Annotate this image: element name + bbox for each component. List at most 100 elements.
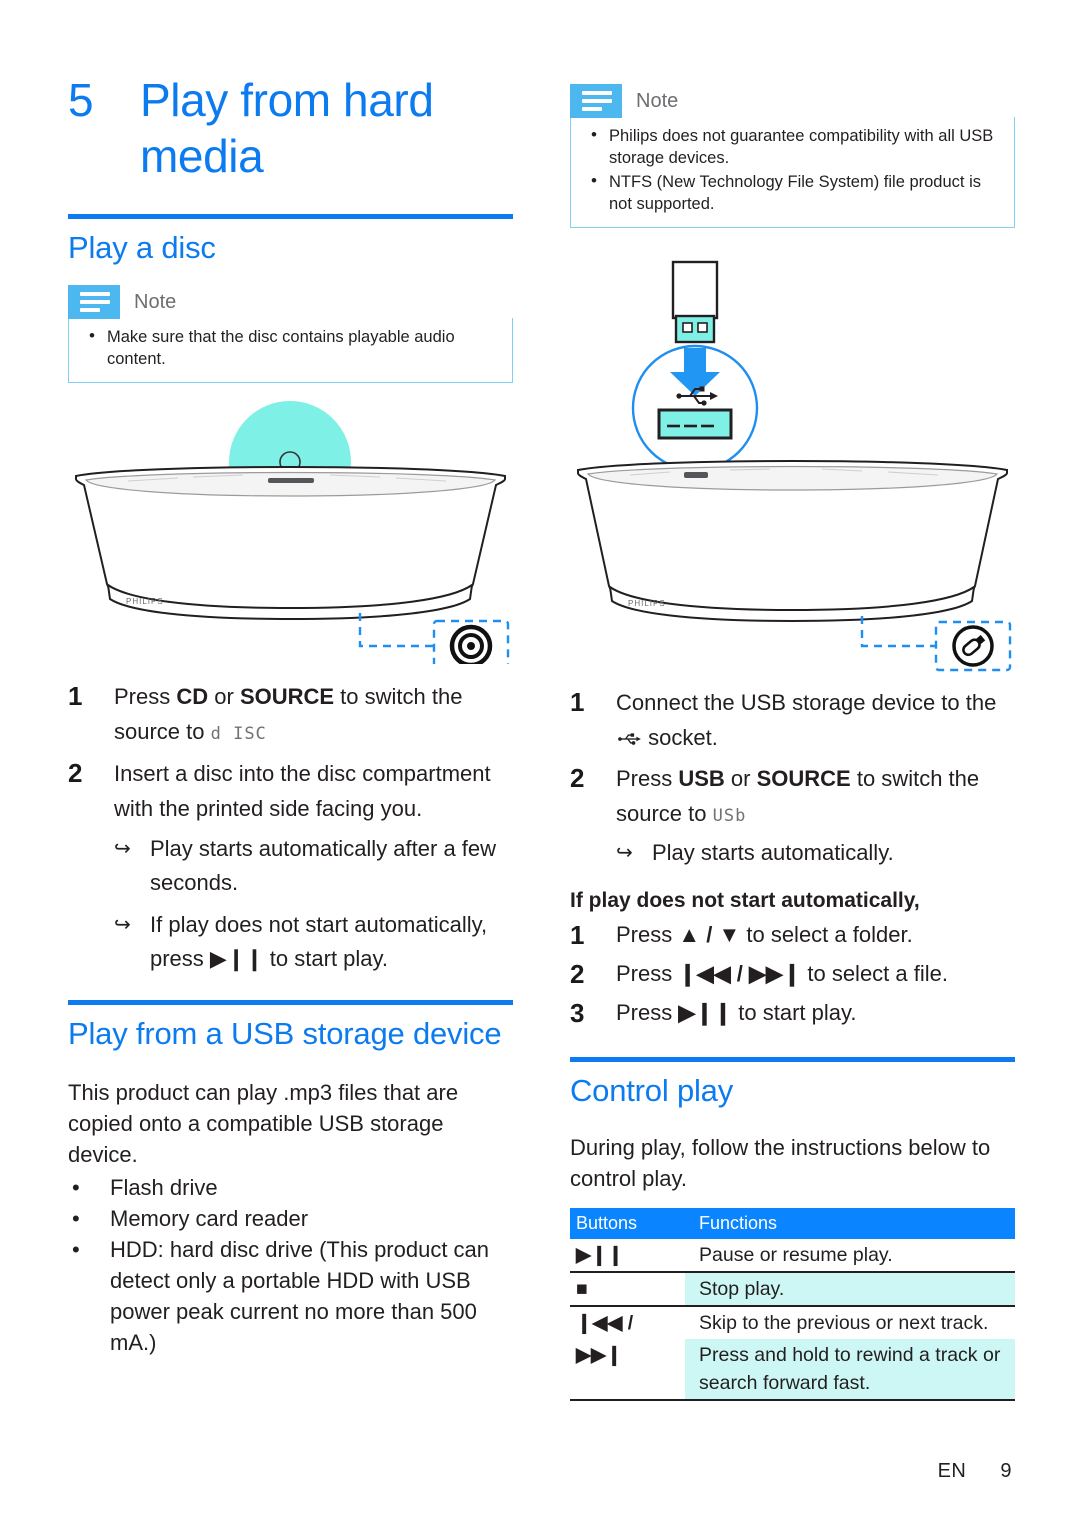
step-number: 1 <box>570 687 585 717</box>
callout-connector <box>358 613 440 648</box>
usb-contact <box>697 322 708 333</box>
manual-page: 5 Play from hard media Play a disc Note … <box>0 0 1080 1527</box>
step-item: 2 Insert a disc into the disc compartmen… <box>68 756 513 976</box>
cell-function-text: Press and hold to rewind a track or sear… <box>685 1338 1015 1401</box>
step-number: 2 <box>570 762 585 793</box>
step-result: ↪ Play starts automatically. <box>616 836 1015 870</box>
result-arrow-icon: ↪ <box>114 838 131 860</box>
usb-trident-icon <box>616 722 642 757</box>
step-text-after: socket. <box>642 725 718 750</box>
step-text-main: Insert a disc into the disc compartment … <box>114 761 491 821</box>
fallback-steps-list: 1 Press ▲ / ▼ to select a folder. 2 Pres… <box>570 918 1015 1031</box>
cell-function-text: Stop play. <box>685 1271 1015 1307</box>
step-text: Press ▲ / ▼ to select a folder. <box>616 918 1015 953</box>
step-text-before: Press <box>114 684 177 709</box>
usb-trident-icon <box>676 386 718 406</box>
chapter-number: 5 <box>68 74 94 126</box>
section-rule <box>68 214 513 219</box>
footer-language: EN <box>937 1460 967 1482</box>
step-text-before: Press <box>616 921 679 947</box>
result-text: Play starts automatically. <box>652 839 894 865</box>
column-header-functions: Functions <box>685 1207 1015 1239</box>
usb-intro-paragraph: This product can play .mp3 files that ar… <box>68 1080 459 1167</box>
cell-button-glyph: ■ <box>570 1271 685 1307</box>
cell-button-glyph: ❙◀◀ / <box>576 1311 634 1334</box>
step-text-after: to select a file. <box>801 960 948 986</box>
usb-device-bullets: • Flash drive • Memory card reader • HDD… <box>68 1172 513 1358</box>
brand-logo: PHILIPS <box>126 597 164 606</box>
step-text-before: Press <box>616 765 679 791</box>
page-footer: EN 9 <box>938 1460 1012 1483</box>
note-lines-icon <box>570 84 622 118</box>
section-heading-play-a-disc: Play a disc <box>68 230 216 265</box>
speaker-disc-svg: PHILIPS <box>75 401 510 673</box>
table-row: ■ Stop play. <box>570 1271 1015 1307</box>
step-result: ↪ If play does not start automatically, … <box>114 908 513 976</box>
control-intro-paragraph: During play, follow the instructions bel… <box>570 1134 991 1191</box>
step-number: 2 <box>570 958 585 989</box>
usb-insertion-svg: PHILIPS <box>577 260 1012 672</box>
step-item: 1 Press CD or SOURCE to switch the sourc… <box>68 679 513 752</box>
section-heading-control-play: Control play <box>570 1072 734 1108</box>
button-label-source: SOURCE <box>239 684 335 709</box>
button-label-source: SOURCE <box>756 765 851 791</box>
step-number: 2 <box>68 758 83 788</box>
button-label-usb: USB <box>678 765 725 791</box>
cell-function-text: Skip to the previous or next track. <box>699 1311 989 1334</box>
display-text-usb: USb <box>712 805 747 826</box>
usb-stick-body <box>671 260 719 320</box>
step-text-mid: or <box>208 684 240 709</box>
callout-connector <box>860 616 942 648</box>
note-box-disc: Note Make sure that the disc contains pl… <box>68 285 513 383</box>
note-item: Make sure that the disc contains playabl… <box>81 325 500 370</box>
usb-stick-connector <box>674 314 716 344</box>
play-pause-icon: ▶❙❙ <box>678 999 733 1025</box>
note-box-usb: Note Philips does not guarantee compatib… <box>570 84 1015 228</box>
note-item: Philips does not guarantee compatibility… <box>583 124 1002 169</box>
speaker-with-disc-illustration: PHILIPS <box>68 399 513 673</box>
step-text-mid: or <box>724 765 757 791</box>
usb-socket-on-unit <box>684 472 708 478</box>
usb-insertion-illustration: PHILIPS <box>570 246 1015 681</box>
section-rule <box>68 1000 513 1005</box>
result-arrow-icon: ↪ <box>616 841 633 864</box>
control-play-table: Buttons Functions ▶❙❙ Pause or resume pl… <box>570 1207 1015 1401</box>
disc-steps-list: 1 Press CD or SOURCE to switch the sourc… <box>68 679 513 976</box>
step-item: 3 Press ▶❙❙ to start play. <box>570 996 1015 1031</box>
bullet-marker: • <box>72 1175 80 1200</box>
fallback-heading: If play does not start automatically, <box>570 888 920 912</box>
step-number: 1 <box>68 681 83 711</box>
step-text: Insert a disc into the disc compartment … <box>114 756 513 976</box>
cell-button-glyph: ▶▶❙ <box>570 1338 685 1401</box>
note-item: NTFS (New Technology File System) file p… <box>583 170 1002 215</box>
usb-port <box>657 408 733 440</box>
disc-slot <box>268 478 314 483</box>
step-text-before: Connect the USB storage device to the <box>616 690 997 715</box>
list-item: • Flash drive <box>68 1172 513 1203</box>
step-text: Connect the USB storage device to the so… <box>616 685 1015 757</box>
list-item-label: Memory card reader <box>110 1206 309 1231</box>
usb-contact <box>682 322 693 333</box>
updown-arrows-icon: ▲ / ▼ <box>678 921 741 947</box>
section-heading-usb-storage: Play from a USB storage device <box>68 1016 502 1051</box>
list-item: • HDD: hard disc drive (This product can… <box>68 1234 513 1358</box>
footer-page-number: 9 <box>1000 1460 1012 1482</box>
column-header-buttons: Buttons <box>570 1207 685 1239</box>
list-item-label: HDD: hard disc drive (This product can d… <box>110 1237 490 1355</box>
list-item: • Memory card reader <box>68 1203 513 1234</box>
note-body: Philips does not guarantee compatibility… <box>570 117 1015 228</box>
note-label: Note <box>134 290 177 313</box>
step-result: ↪ Play starts automatically after a few … <box>114 832 513 900</box>
step-text: Press CD or SOURCE to switch the source … <box>114 679 513 752</box>
left-column: 5 Play from hard media Play a disc Note … <box>68 0 513 1358</box>
step-number: 3 <box>570 997 585 1028</box>
step-item: 1 Press ▲ / ▼ to select a folder. <box>570 918 1015 953</box>
table-row: ▶▶❙ Press and hold to rewind a track or … <box>570 1338 1015 1401</box>
right-column: Note Philips does not guarantee compatib… <box>570 0 1015 1401</box>
brand-logo: PHILIPS <box>628 599 666 608</box>
cell-function-text: Pause or resume play. <box>685 1238 1015 1273</box>
note-lines-icon <box>68 285 120 319</box>
chapter-title: 5 Play from hard media <box>68 72 513 184</box>
callout-box <box>934 620 1012 672</box>
display-text-disc: d ISC <box>210 724 267 744</box>
